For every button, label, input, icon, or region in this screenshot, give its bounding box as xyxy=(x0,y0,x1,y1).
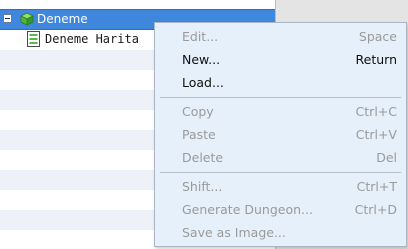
menu-item-new[interactable]: New... Return xyxy=(155,49,406,71)
menu-item-label: New... xyxy=(182,52,221,67)
menu-item-shortcut: Ctrl+V xyxy=(355,127,397,142)
menu-item-copy[interactable]: Copy Ctrl+C xyxy=(155,101,406,123)
map-document-icon xyxy=(27,31,40,47)
menu-item-save-as-image[interactable]: Save as Image... xyxy=(155,222,406,244)
menu-item-shortcut: Space xyxy=(358,29,397,44)
menu-item-generate-dungeon[interactable]: Generate Dungeon... Ctrl+D xyxy=(155,199,406,221)
menu-item-label: Shift... xyxy=(182,179,223,194)
menu-item-load[interactable]: Load... xyxy=(155,72,406,94)
menu-item-shortcut: Return xyxy=(355,52,397,67)
menu-item-label: Copy xyxy=(182,104,214,119)
menu-item-delete[interactable]: Delete Del xyxy=(155,147,406,169)
menu-separator xyxy=(160,172,401,173)
menu-item-edit[interactable]: Edit... Space xyxy=(155,26,406,48)
menu-item-shortcut: Ctrl+T xyxy=(356,179,397,194)
menu-item-shift[interactable]: Shift... Ctrl+T xyxy=(155,176,406,198)
collapse-toggle-icon[interactable] xyxy=(3,14,12,23)
menu-item-label: Paste xyxy=(182,127,216,142)
menu-item-shortcut: Ctrl+D xyxy=(354,202,397,217)
tree-child-label: Deneme Harita xyxy=(45,32,139,46)
menu-item-label: Edit... xyxy=(182,29,219,44)
menu-item-shortcut: Del xyxy=(376,150,397,165)
menu-item-shortcut: Ctrl+C xyxy=(355,104,397,119)
menu-item-label: Delete xyxy=(182,150,224,165)
context-menu: Edit... Space New... Return Load... Copy… xyxy=(154,22,407,247)
menu-item-paste[interactable]: Paste Ctrl+V xyxy=(155,124,406,146)
cube-icon xyxy=(20,12,34,26)
tree-root-label: Deneme xyxy=(37,12,88,26)
menu-separator xyxy=(160,97,401,98)
menu-item-label: Load... xyxy=(182,75,224,90)
editor-window: Deneme Deneme Harita Edit... Space New..… xyxy=(0,0,408,249)
menu-item-label: Generate Dungeon... xyxy=(182,202,313,217)
menu-item-label: Save as Image... xyxy=(182,225,286,240)
